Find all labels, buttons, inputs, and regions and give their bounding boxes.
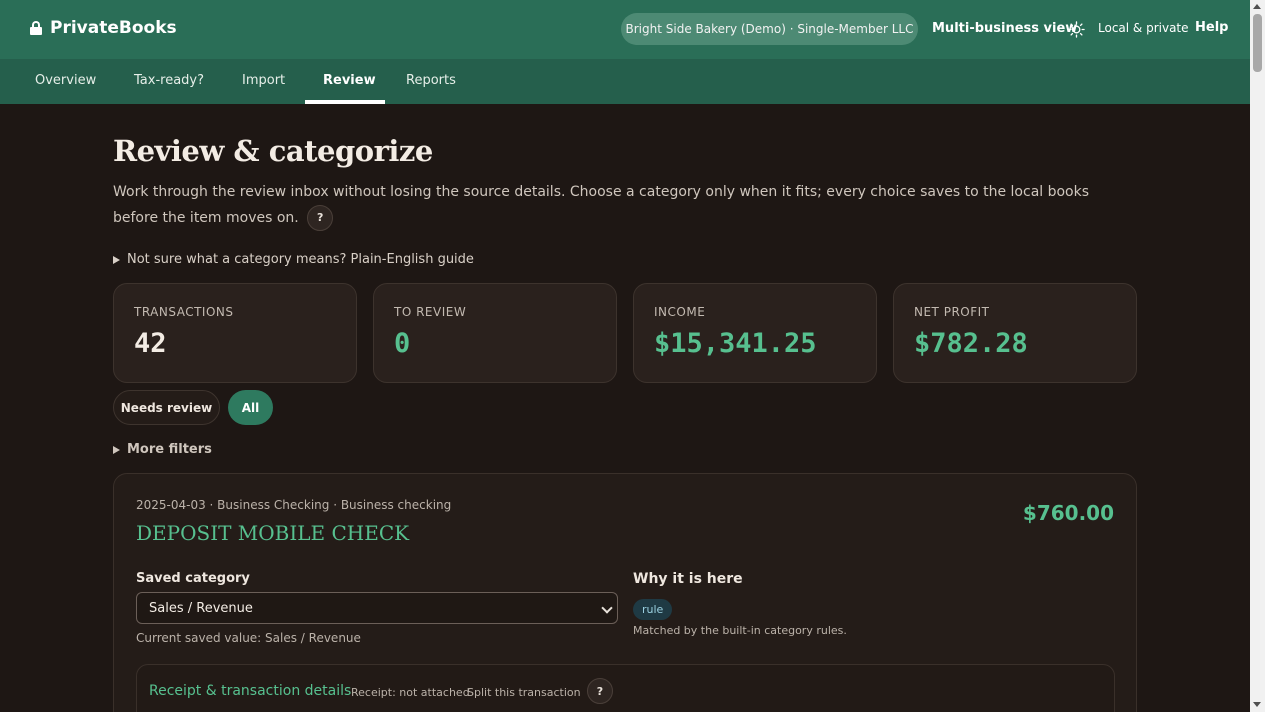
- reason-badge: rule: [633, 599, 673, 620]
- stat-card-net-profit: NET PROFIT $782.28: [893, 283, 1137, 383]
- page-title: Review & categorize: [113, 134, 433, 168]
- stat-value: 42: [134, 328, 167, 359]
- brand[interactable]: PrivateBooks: [30, 18, 177, 38]
- reason-text: Matched by the built-in category rules.: [633, 624, 847, 637]
- stat-value: $782.28: [914, 328, 1028, 359]
- current-saved-value: Current saved value: Sales / Revenue: [136, 631, 361, 645]
- top-bar: PrivateBooks Bright Side Bakery (Demo) ·…: [0, 0, 1250, 59]
- more-filters-label: More filters: [127, 442, 212, 457]
- more-filters-toggle[interactable]: More filters: [113, 442, 212, 457]
- why-here-label: Why it is here: [633, 571, 743, 587]
- page-intro: Work through the review inbox without lo…: [113, 179, 1113, 231]
- receipt-status: Receipt: not attached: [351, 686, 470, 699]
- transaction-amount: $760.00: [1022, 501, 1114, 525]
- intro-help-button[interactable]: ?: [307, 205, 334, 231]
- split-transaction-link[interactable]: Split this transaction: [467, 686, 581, 699]
- business-switcher[interactable]: Bright Side Bakery (Demo) · Single-Membe…: [621, 13, 918, 45]
- category-select[interactable]: Sales / Revenue: [136, 592, 618, 624]
- stat-value: 0: [394, 328, 411, 359]
- filter-needs-review-chip[interactable]: Needs review: [113, 390, 220, 425]
- transaction-name: DEPOSIT MOBILE CHECK: [136, 521, 410, 545]
- sun-icon[interactable]: [1068, 21, 1085, 38]
- scroll-down-arrow-icon[interactable]: [1253, 702, 1261, 707]
- stat-card-income: INCOME $15,341.25: [633, 283, 877, 383]
- receipt-details-panel[interactable]: Receipt & transaction details Receipt: n…: [136, 664, 1115, 712]
- stat-label: NET PROFIT: [914, 305, 990, 319]
- stat-card-to-review: TO REVIEW 0: [373, 283, 617, 383]
- transaction-meta: 2025-04-03 · Business Checking · Busines…: [136, 498, 452, 512]
- help-link[interactable]: Help: [1195, 20, 1228, 35]
- multi-business-link[interactable]: Multi-business view: [932, 21, 1077, 36]
- scrollbar[interactable]: [1250, 0, 1265, 712]
- stat-label: INCOME: [654, 305, 706, 319]
- transaction-card: 2025-04-03 · Business Checking · Busines…: [113, 473, 1137, 712]
- nav-tabs: Overview Tax-ready? Import Review Report…: [0, 59, 1250, 104]
- scroll-up-arrow-icon[interactable]: [1253, 4, 1261, 9]
- scroll-thumb[interactable]: [1253, 14, 1262, 72]
- stat-value: $15,341.25: [654, 328, 817, 359]
- category-guide-toggle[interactable]: Not sure what a category means? Plain-En…: [113, 252, 474, 267]
- category-select-value: Sales / Revenue: [149, 600, 253, 616]
- stat-label: TRANSACTIONS: [134, 305, 234, 319]
- filter-all-chip[interactable]: All: [228, 390, 273, 425]
- stat-label: TO REVIEW: [394, 305, 467, 319]
- tab-overview[interactable]: Overview: [35, 73, 96, 88]
- tab-review[interactable]: Review: [323, 73, 376, 88]
- app-name: PrivateBooks: [50, 18, 177, 38]
- receipt-details-title[interactable]: Receipt & transaction details: [149, 683, 351, 699]
- intro-text: Work through the review inbox without lo…: [113, 184, 1090, 226]
- active-tab-indicator: [305, 100, 385, 104]
- disclosure-triangle-icon: [113, 445, 120, 454]
- tab-reports[interactable]: Reports: [406, 73, 456, 88]
- saved-category-label: Saved category: [136, 571, 250, 586]
- chevron-down-icon: [601, 602, 613, 614]
- details-help-button[interactable]: ?: [587, 678, 613, 704]
- tab-tax-ready[interactable]: Tax-ready?: [134, 73, 204, 88]
- stat-card-transactions: TRANSACTIONS 42: [113, 283, 357, 383]
- disclosure-triangle-icon: [113, 255, 120, 264]
- lock-icon: [30, 21, 42, 35]
- privacy-status: Local & private: [1098, 21, 1189, 35]
- category-guide-label: Not sure what a category means? Plain-En…: [127, 252, 474, 267]
- tab-import[interactable]: Import: [242, 73, 285, 88]
